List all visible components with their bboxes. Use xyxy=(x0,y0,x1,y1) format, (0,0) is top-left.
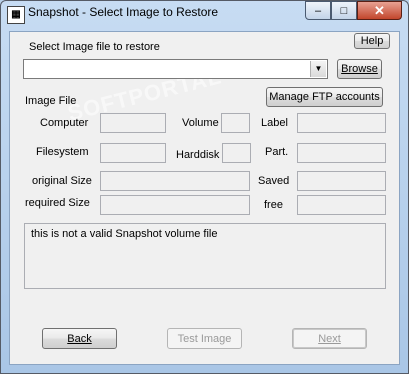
select-image-label: Select Image file to restore xyxy=(29,41,160,53)
manage-ftp-accounts-button[interactable]: Manage FTP accounts xyxy=(266,87,383,107)
image-file-section-label: Image File xyxy=(25,95,77,107)
filesystem-field xyxy=(100,143,166,163)
part-field xyxy=(297,143,386,163)
label-label: Label xyxy=(261,117,288,129)
back-button[interactable]: Back xyxy=(42,328,117,349)
part-label: Part. xyxy=(265,146,289,158)
window-title: Snapshot - Select Image to Restore xyxy=(28,5,219,19)
free-label: free xyxy=(264,199,283,211)
saved-field xyxy=(297,171,386,191)
minimize-button[interactable]: – xyxy=(305,1,331,20)
maximize-icon: □ xyxy=(340,4,348,17)
snapshot-app-icon: ▦ xyxy=(7,6,25,24)
chevron-down-icon[interactable]: ▼ xyxy=(310,61,326,77)
computer-label: Computer xyxy=(40,117,89,129)
help-button[interactable]: Help xyxy=(354,33,390,49)
maximize-button[interactable]: □ xyxy=(331,1,357,20)
free-field xyxy=(297,195,386,215)
required-size-field xyxy=(100,195,250,215)
required-size-label: required Size xyxy=(25,197,90,209)
computer-field xyxy=(100,113,166,133)
original-size-label: original Size xyxy=(32,175,92,187)
harddisk-field xyxy=(222,143,251,163)
dialog-body: SOFTPORTAL Help Select Image file to res… xyxy=(9,31,400,365)
volume-field xyxy=(221,113,250,133)
saved-label: Saved xyxy=(258,175,290,187)
test-image-button[interactable]: Test Image xyxy=(167,328,242,349)
filesystem-label: Filesystem xyxy=(36,146,89,158)
volume-label: Volume xyxy=(182,117,219,129)
title-bar[interactable]: ▦ Snapshot - Select Image to Restore – □… xyxy=(1,1,408,27)
status-message-box: this is not a valid Snapshot volume file xyxy=(24,223,386,289)
image-file-combobox[interactable]: ▼ xyxy=(23,59,328,79)
snapshot-window: ▦ Snapshot - Select Image to Restore – □… xyxy=(0,0,409,374)
next-button[interactable]: Next xyxy=(292,328,367,349)
close-button[interactable]: ✕ xyxy=(357,1,402,20)
status-message: this is not a valid Snapshot volume file xyxy=(31,228,218,240)
original-size-field xyxy=(100,171,250,191)
harddisk-label: Harddisk xyxy=(176,149,220,161)
browse-button[interactable]: Browse xyxy=(337,59,382,79)
close-icon: ✕ xyxy=(374,2,385,18)
minimize-icon: – xyxy=(314,4,322,17)
label-field xyxy=(297,113,386,133)
